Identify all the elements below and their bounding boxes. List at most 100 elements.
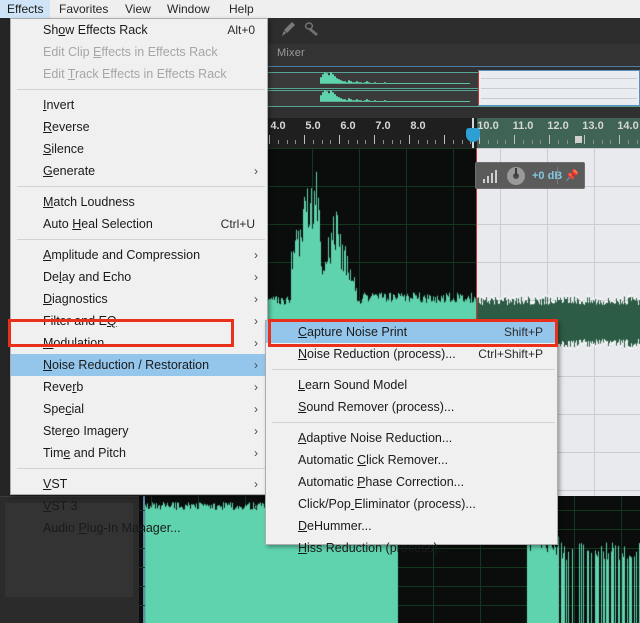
menubar-item-favorites[interactable]: Favorites <box>52 0 115 18</box>
effects-menu-separator <box>17 239 265 240</box>
level-meter-icon <box>483 169 501 183</box>
effects-menu-item-auto-heal-selection[interactable]: Auto Heal Selection Ctrl+U <box>11 213 267 235</box>
chevron-right-icon: › <box>254 446 258 460</box>
noise-submenu-item-click-pop-eliminator-process[interactable]: Click/Pop Eliminator (process)... <box>266 493 557 515</box>
effects-menu-item-vst[interactable]: VST › <box>11 473 267 495</box>
chevron-right-icon: › <box>254 336 258 350</box>
menu-item-label: Filter and EQ <box>43 314 117 328</box>
menu-item-label: VST <box>43 477 68 491</box>
effects-menu-item-stereo-imagery[interactable]: Stereo Imagery › <box>11 420 267 442</box>
brush-tool-icon[interactable] <box>279 20 297 38</box>
noise-submenu-item-dehummer[interactable]: DeHummer... <box>266 515 557 537</box>
effects-menu-item-modulation[interactable]: Modulation › <box>11 332 267 354</box>
menubar-label-favorites: Favorites <box>59 2 109 16</box>
chevron-right-icon: › <box>254 402 258 416</box>
noise-submenu-item-capture-noise-print[interactable]: Capture Noise Print Shift+P <box>266 321 557 343</box>
effects-menu-item-silence[interactable]: Silence <box>11 138 267 160</box>
noise-submenu-item-sound-remover-process[interactable]: Sound Remover (process)... <box>266 396 557 418</box>
chevron-right-icon: › <box>254 314 258 328</box>
menu-item-shortcut: Shift+P <box>503 325 543 339</box>
effects-menu-item-generate[interactable]: Generate › <box>11 160 267 182</box>
ruler-tick-minor <box>286 140 288 144</box>
menu-item-label: Hiss Reduction (process)... <box>298 541 449 555</box>
pin-icon[interactable]: 📌 <box>565 170 579 182</box>
noise-submenu-item-adaptive-noise-reduction[interactable]: Adaptive Noise Reduction... <box>266 427 557 449</box>
panel-tabbar: Mixer <box>265 44 640 67</box>
ruler-tick-minor <box>531 140 533 144</box>
effects-menu-item-vst-3[interactable]: VST 3 › <box>11 495 267 517</box>
chevron-right-icon: › <box>254 358 258 372</box>
selected-clip[interactable] <box>478 70 640 106</box>
menu-item-label: Sound Remover (process)... <box>298 400 455 414</box>
noise-submenu-item-noise-reduction-process[interactable]: Noise Reduction (process)... Ctrl+Shift+P <box>266 343 557 365</box>
tab-mixer[interactable]: Mixer <box>277 47 305 59</box>
noise-submenu-item-automatic-phase-correction[interactable]: Automatic Phase Correction... <box>266 471 557 493</box>
noise-reduction-submenu[interactable]: Capture Noise Print Shift+P Noise Reductio… <box>265 320 558 555</box>
gain-knob-icon[interactable] <box>507 166 525 185</box>
menu-item-label: Automatic Phase Correction... <box>298 475 465 489</box>
ruler-label: 10.0 <box>477 120 499 132</box>
ruler-label: 8.0 <box>410 120 426 132</box>
ruler-tick-minor <box>540 140 542 144</box>
ruler-tick-major <box>304 135 305 144</box>
menu-item-label: Learn Sound Model <box>298 378 408 392</box>
menu-item-label: Automatic Click Remover... <box>298 453 449 467</box>
chevron-right-icon: › <box>254 499 258 513</box>
menu-bar: Effects Favorites View Window Help <box>0 0 640 18</box>
effects-menu-item-invert[interactable]: Invert <box>11 94 267 116</box>
effects-menu-item-edit-track-effects-in-effects-rack: Edit Track Effects in Effects Rack <box>11 63 267 85</box>
effects-menu-item-delay-and-echo[interactable]: Delay and Echo › <box>11 266 267 288</box>
hud-divider <box>557 167 558 184</box>
effects-menu-item-time-and-pitch[interactable]: Time and Pitch › <box>11 442 267 464</box>
menubar-item-window[interactable]: Window <box>160 0 217 18</box>
effects-menu-item-reverb[interactable]: Reverb › <box>11 376 267 398</box>
effects-menu-item-amplitude-and-compression[interactable]: Amplitude and Compression › <box>11 244 267 266</box>
effects-menu-item-special[interactable]: Special › <box>11 398 267 420</box>
ruler-tick-minor <box>321 140 323 144</box>
chevron-right-icon: › <box>254 380 258 394</box>
effects-menu-item-show-effects-rack[interactable]: Show Effects Rack Alt+0 <box>11 19 267 41</box>
menubar-item-help[interactable]: Help <box>222 0 261 18</box>
effects-menu-item-noise-reduction-restoration[interactable]: Noise Reduction / Restoration › <box>11 354 267 376</box>
menu-item-label: Capture Noise Print <box>298 325 408 339</box>
menu-item-label: Show Effects Rack <box>43 23 148 37</box>
ruler-tick-minor <box>330 140 332 144</box>
menu-item-label: Reverb <box>43 380 84 394</box>
effects-menu-item-reverse[interactable]: Reverse <box>11 116 267 138</box>
ruler-tick-major <box>269 135 270 144</box>
noise-submenu-item-automatic-click-remover[interactable]: Automatic Click Remover... <box>266 449 557 471</box>
effects-menu-separator <box>17 89 265 90</box>
chevron-right-icon: › <box>254 292 258 306</box>
effects-menu-item-filter-and-eq[interactable]: Filter and EQ › <box>11 310 267 332</box>
menubar-label-help: Help <box>229 2 254 16</box>
playhead-handle[interactable] <box>466 128 480 142</box>
menubar-item-effects[interactable]: Effects <box>0 0 51 18</box>
menu-item-label: Stereo Imagery <box>43 424 129 438</box>
timeline-ruler[interactable]: 4.05.06.07.08.010.011.012.013.014.015.0 <box>265 118 640 148</box>
ruler-label: 7.0 <box>375 120 391 132</box>
ruler-marker-icon <box>575 136 582 143</box>
level-hud[interactable]: +0 dB 📌 <box>475 162 585 189</box>
effects-menu-item-match-loudness[interactable]: Match Loudness <box>11 191 267 213</box>
menu-item-label: VST 3 <box>43 499 78 513</box>
effects-menu-item-diagnostics[interactable]: Diagnostics › <box>11 288 267 310</box>
effects-menu-item-audio-plug-in-manager[interactable]: Audio Plug-In Manager... <box>11 517 267 539</box>
menubar-item-view[interactable]: View <box>118 0 158 18</box>
effects-dropdown-menu[interactable]: Show Effects Rack Alt+0 Edit Clip Effects … <box>10 18 268 535</box>
menu-item-label: Adaptive Noise Reduction... <box>298 431 453 445</box>
chevron-right-icon: › <box>254 424 258 438</box>
menu-item-label: Time and Pitch <box>43 446 126 460</box>
ruler-tick-minor <box>365 140 367 144</box>
noise-submenu-item-hiss-reduction-process[interactable]: Hiss Reduction (process)... <box>266 537 557 559</box>
healing-brush-tool-icon[interactable] <box>303 20 321 38</box>
ruler-tick-major <box>514 135 515 144</box>
ruler-tick-major <box>409 135 410 144</box>
menu-item-label: Match Loudness <box>43 195 135 209</box>
menu-item-label: Delay and Echo <box>43 270 132 284</box>
menubar-label-view: View <box>125 2 151 16</box>
noise-submenu-item-learn-sound-model[interactable]: Learn Sound Model <box>266 374 557 396</box>
menu-item-label: Edit Track Effects in Effects Rack <box>43 67 227 81</box>
ruler-tick-minor <box>277 140 279 144</box>
ruler-label: 6.0 <box>340 120 356 132</box>
menu-item-label: Generate <box>43 164 96 178</box>
